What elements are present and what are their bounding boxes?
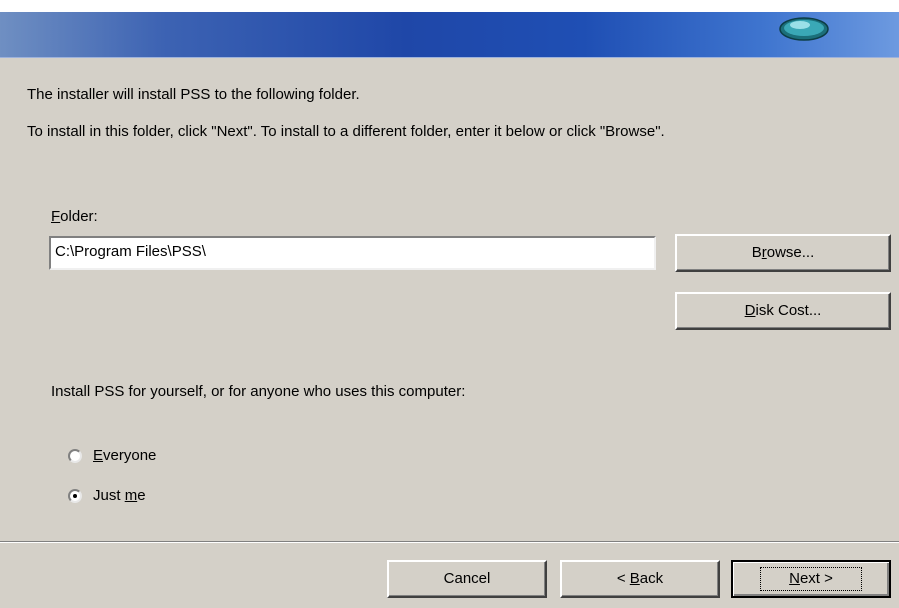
- next-label-rest: ext >: [799, 570, 833, 587]
- just-me-label[interactable]: Just me: [93, 487, 146, 505]
- everyone-label-rest: veryone: [103, 447, 157, 464]
- next-label-accel: N: [789, 570, 800, 587]
- everyone-label[interactable]: Everyone: [93, 447, 156, 465]
- back-label-a: <: [616, 570, 630, 587]
- browse-label-a: B: [751, 244, 762, 261]
- disk-cost-button[interactable]: Disk Cost...: [675, 292, 891, 330]
- back-label-b: ack: [639, 570, 664, 587]
- folder-label-accel: F: [51, 208, 61, 225]
- info-line-1: The installer will install PSS to the fo…: [27, 86, 360, 103]
- radio-selected-dot: [73, 494, 77, 498]
- info-line-2: To install in this folder, click "Next".…: [27, 123, 665, 140]
- just-me-label-b: e: [137, 487, 146, 504]
- just-me-label-a: Just: [93, 487, 125, 504]
- cancel-button[interactable]: Cancel: [387, 560, 547, 598]
- everyone-label-accel: E: [93, 447, 104, 464]
- just-me-label-accel: m: [124, 487, 138, 504]
- folder-label-rest: older:: [60, 208, 98, 225]
- install-for-question: Install PSS for yourself, or for anyone …: [51, 383, 466, 400]
- back-button[interactable]: < Back: [560, 560, 720, 598]
- globe-icon: [779, 17, 829, 41]
- disk-cost-label-accel: D: [744, 302, 756, 319]
- back-label-accel: B: [629, 570, 640, 587]
- browse-label-b: owse...: [766, 244, 815, 261]
- folder-label: Folder:: [51, 208, 98, 226]
- everyone-radio[interactable]: [68, 449, 82, 463]
- header-banner: [0, 0, 899, 58]
- folder-input[interactable]: C:\Program Files\PSS\: [49, 236, 656, 270]
- disk-cost-label-rest: isk Cost...: [755, 302, 822, 319]
- footer-separator: [0, 541, 899, 543]
- next-focus-ring: Next >: [760, 567, 862, 591]
- next-button[interactable]: Next >: [731, 560, 891, 598]
- browse-button[interactable]: Browse...: [675, 234, 891, 272]
- just-me-radio[interactable]: [68, 489, 82, 503]
